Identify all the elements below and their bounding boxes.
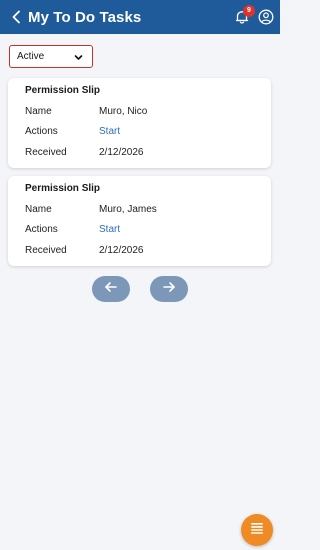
arrow-right-icon (162, 280, 176, 298)
received-label: Received (25, 147, 67, 158)
name-label: Name (25, 106, 52, 117)
name-value: Muro, Nico (99, 106, 148, 117)
menu-list-icon (250, 521, 264, 539)
arrow-left-icon (104, 280, 118, 298)
start-task-link[interactable]: Start (99, 224, 120, 235)
start-task-link[interactable]: Start (99, 126, 120, 137)
task-title: Permission Slip (25, 183, 101, 194)
received-label: Received (25, 245, 67, 256)
user-profile-icon[interactable] (258, 8, 274, 26)
status-filter-select[interactable]: Active (9, 45, 93, 68)
task-card: Permission Slip Name Muro, James Actions… (8, 176, 271, 266)
menu-fab-button[interactable] (241, 514, 273, 546)
chevron-down-icon (74, 53, 83, 62)
notification-count-badge: 9 (243, 5, 255, 17)
previous-page-button[interactable] (92, 276, 130, 302)
page-title: My To Do Tasks (28, 9, 142, 26)
actions-label: Actions (25, 126, 58, 137)
app-header: My To Do Tasks 9 (0, 0, 280, 34)
received-date: 2/12/2026 (99, 245, 144, 256)
actions-label: Actions (25, 224, 58, 235)
received-date: 2/12/2026 (99, 147, 144, 158)
next-page-button[interactable] (150, 276, 188, 302)
name-label: Name (25, 204, 52, 215)
status-filter-value: Active (17, 51, 45, 62)
task-title: Permission Slip (25, 85, 101, 96)
task-card: Permission Slip Name Muro, Nico Actions … (8, 78, 271, 168)
name-value: Muro, James (99, 204, 157, 215)
back-chevron-left-icon[interactable] (8, 8, 24, 26)
